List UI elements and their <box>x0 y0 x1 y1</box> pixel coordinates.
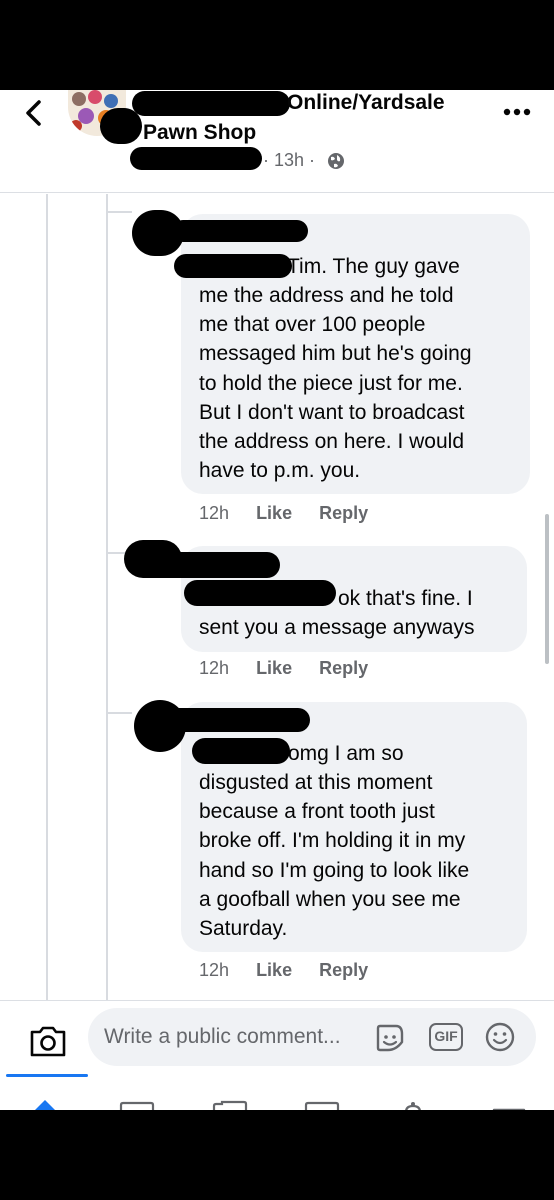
menu-icon <box>492 1108 526 1110</box>
emoji-icon <box>485 1022 515 1052</box>
comment-author-fragment: ok that's fine. I <box>338 587 473 610</box>
tab-menu[interactable] <box>492 1102 526 1110</box>
comment-meta: 12h Like Reply <box>199 503 368 524</box>
video-icon <box>119 1101 155 1110</box>
tab-marketplace[interactable] <box>210 1099 250 1110</box>
globe-icon <box>327 152 345 170</box>
tab-notifications[interactable] <box>398 1099 428 1110</box>
comment-line: a goofball when you see me <box>199 888 461 911</box>
tab-indicator <box>6 1074 88 1077</box>
comment-line: me the address and he told <box>199 284 454 307</box>
thread-line <box>106 194 108 1004</box>
gif-button[interactable]: GIF <box>429 1023 463 1051</box>
home-icon <box>35 1100 55 1110</box>
comment-time: 12h <box>199 658 230 678</box>
more-dots-icon <box>503 108 531 116</box>
thread-connector <box>106 211 132 213</box>
reply-button[interactable]: Reply <box>319 960 368 980</box>
redacted-name <box>142 552 280 578</box>
comment-time: 12h <box>199 960 230 980</box>
notifications-icon <box>405 1102 421 1110</box>
camera-icon <box>30 1026 66 1057</box>
chevron-left-icon <box>26 100 41 126</box>
sticker-icon <box>376 1024 404 1052</box>
redacted-name <box>172 220 308 242</box>
comment-line: sent you a message anyways <box>199 616 475 639</box>
comment-meta: 12h Like Reply <box>199 658 368 679</box>
thread-connector <box>106 712 132 714</box>
comment-line: have to p.m. you. <box>199 459 361 482</box>
marketplace-icon <box>212 1100 248 1110</box>
comment-line: broke off. I'm holding it in my <box>199 829 466 852</box>
redacted-name <box>184 580 336 606</box>
comment-line: disgusted at this moment <box>199 771 433 794</box>
back-button[interactable] <box>18 96 52 130</box>
sticker-button[interactable] <box>374 1022 406 1054</box>
post-comments-screen: Online/Yardsale Pawn Shop · 13h · Tim. T… <box>0 90 554 1110</box>
tab-news[interactable] <box>302 1099 342 1110</box>
comment-line: But I don't want to broadcast <box>199 401 465 424</box>
redacted-name <box>132 91 290 116</box>
comment-line: the address on here. I would <box>199 430 465 453</box>
gif-label: GIF <box>434 1028 458 1044</box>
redacted-name <box>192 738 290 764</box>
redacted-name <box>100 108 142 144</box>
post-time: · 13h · <box>263 150 316 170</box>
emoji-button[interactable] <box>484 1021 516 1053</box>
reply-button[interactable]: Reply <box>319 503 368 523</box>
camera-button[interactable] <box>28 1023 68 1059</box>
redacted-name <box>130 147 262 170</box>
comment-line: hand so I'm going to look like <box>199 859 470 882</box>
reply-button[interactable]: Reply <box>319 658 368 678</box>
like-button[interactable]: Like <box>256 960 292 980</box>
comment-input[interactable]: Write a public comment... GIF <box>88 1008 536 1066</box>
tab-video[interactable] <box>118 1099 158 1110</box>
header-divider <box>0 192 554 193</box>
comment-line: because a front tooth just <box>199 800 435 823</box>
group-name-line2[interactable]: Pawn Shop <box>143 121 256 145</box>
redacted-name <box>164 708 310 732</box>
comment-line: to hold the piece just for me. <box>199 372 463 395</box>
more-options-button[interactable] <box>500 104 534 120</box>
comment-line: messaged him but he's going <box>199 342 472 365</box>
group-name[interactable]: Online/Yardsale <box>287 91 445 115</box>
like-button[interactable]: Like <box>256 658 292 678</box>
comment-meta: 12h Like Reply <box>199 960 368 981</box>
comment-line: Saturday. <box>199 917 288 940</box>
comment-time: 12h <box>199 503 230 523</box>
comment-author-fragment: omg I am so <box>288 742 404 765</box>
comment-line: me that over 100 people <box>199 313 426 336</box>
like-button[interactable]: Like <box>256 503 292 523</box>
redacted-name <box>174 254 292 278</box>
comment-input-placeholder: Write a public comment... <box>104 1025 341 1048</box>
tab-home[interactable] <box>30 1097 60 1110</box>
comment-composer: Write a public comment... GIF <box>0 1000 554 1110</box>
scrollbar[interactable] <box>545 514 549 664</box>
news-icon <box>304 1101 340 1110</box>
comment-author-fragment: Tim. The guy gave <box>287 255 460 278</box>
thread-line <box>46 194 48 1004</box>
